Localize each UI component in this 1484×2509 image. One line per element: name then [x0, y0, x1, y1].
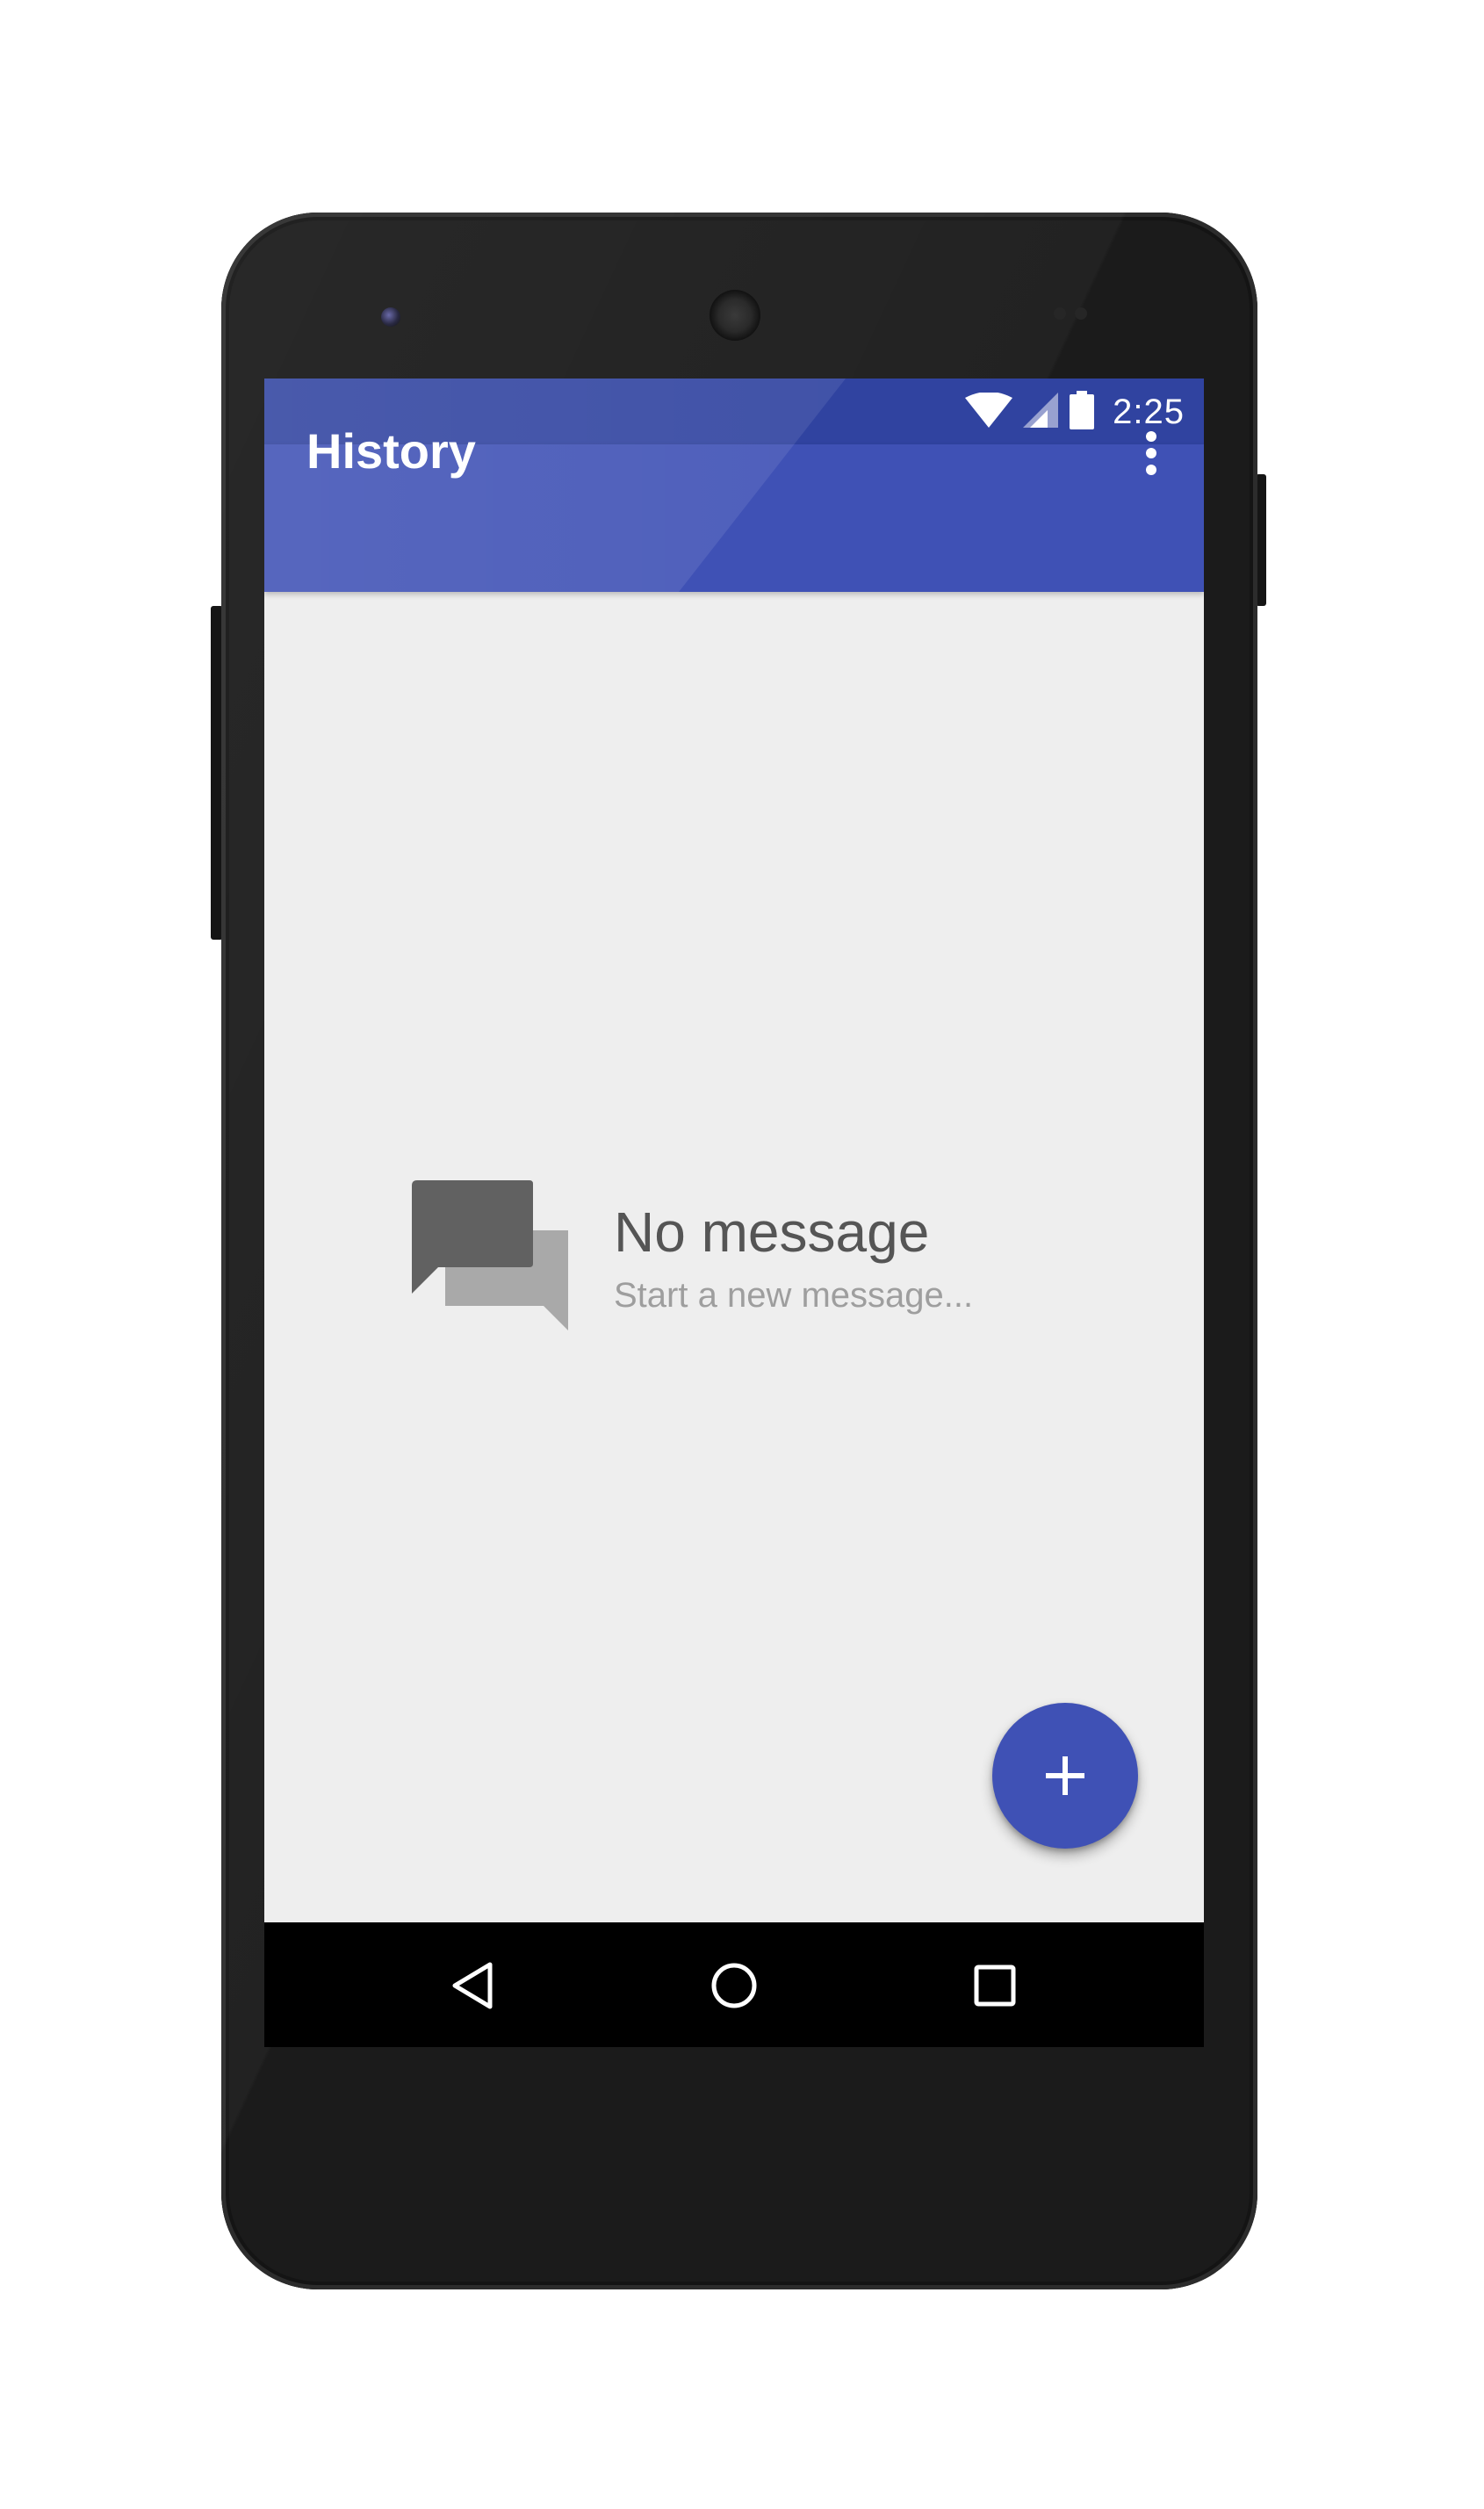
plus-icon: [1046, 1756, 1084, 1795]
overflow-menu-button[interactable]: [1125, 414, 1178, 493]
recents-icon: [974, 1965, 1016, 2007]
signal-icon: [1023, 392, 1059, 432]
nav-home-button[interactable]: [695, 1946, 774, 2025]
new-message-fab[interactable]: [992, 1703, 1138, 1849]
nav-recents-button[interactable]: [955, 1946, 1034, 2025]
front-camera-icon: [381, 307, 400, 327]
more-vert-icon: [1146, 431, 1156, 475]
empty-state-title: No message: [614, 1200, 930, 1264]
page-title: History: [306, 423, 476, 479]
screen: 2:25 History No message Start a new mess…: [264, 379, 1204, 2047]
battery-icon: [1069, 390, 1095, 434]
empty-state-subtitle: Start a new message...: [614, 1276, 974, 1315]
nav-back-button[interactable]: [434, 1946, 513, 2025]
speaker-grille: [710, 290, 760, 341]
back-icon: [452, 1962, 493, 2009]
proximity-sensor: [1054, 307, 1089, 320]
navigation-bar: [264, 1922, 1204, 2047]
wifi-icon: [965, 391, 1013, 432]
home-icon: [711, 1963, 757, 2008]
chat-bubbles-icon: [412, 1178, 572, 1342]
